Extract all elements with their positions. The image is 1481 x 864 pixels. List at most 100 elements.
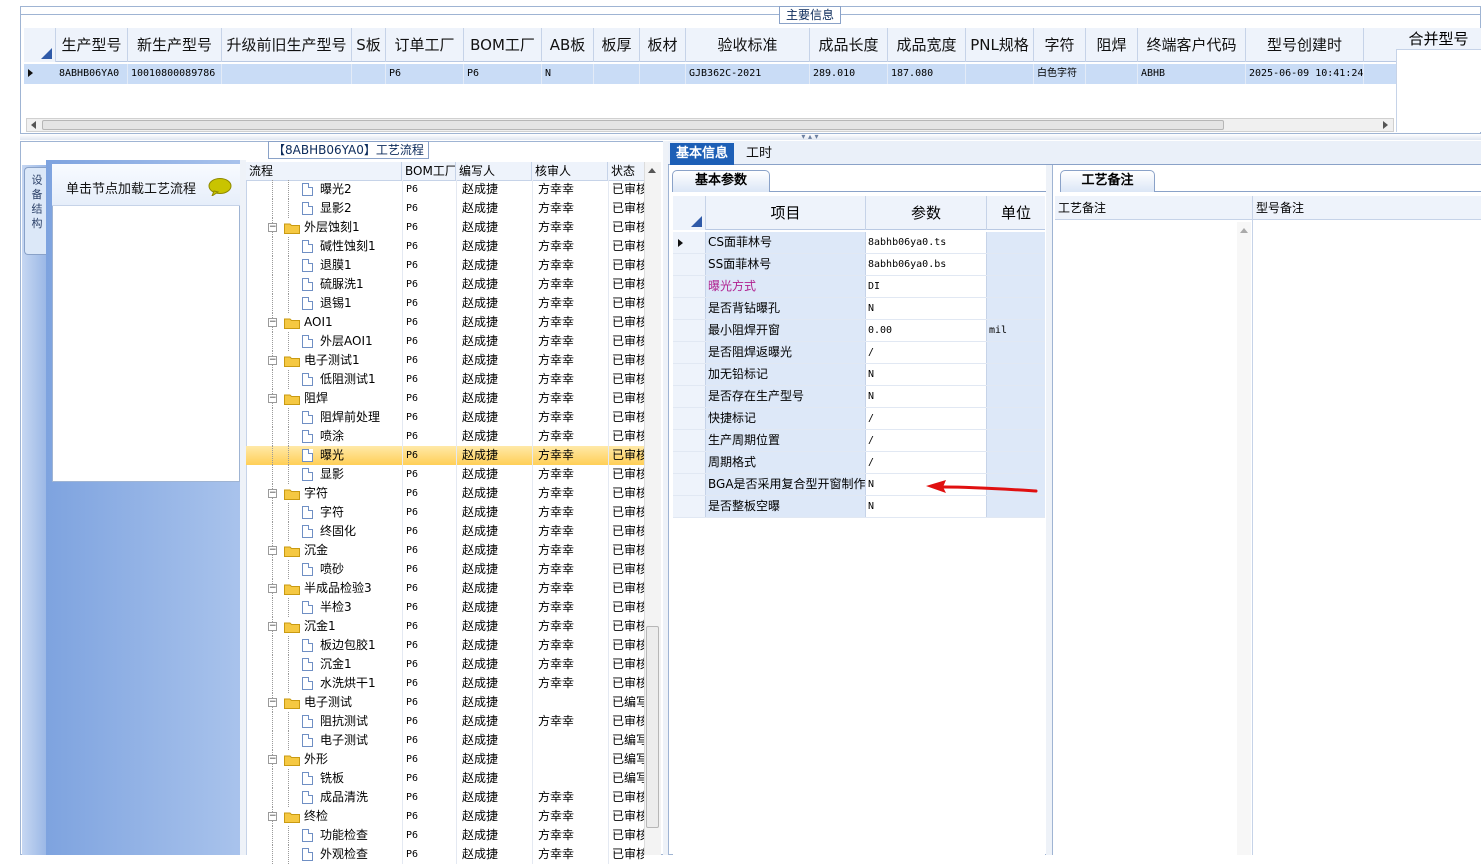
tree-row-selected[interactable]: 曝光 P6 赵成捷 方幸幸 已审核 [246, 446, 644, 465]
param-value[interactable]: N [866, 364, 987, 385]
row-header[interactable] [673, 452, 706, 473]
collapse-icon[interactable]: − [268, 489, 277, 498]
param-value[interactable]: 8abhb06ya0.bs [866, 254, 987, 275]
scroll-left-icon[interactable] [31, 121, 36, 129]
tab-basic-params[interactable]: 基本参数 [672, 170, 770, 192]
param-value[interactable]: N [866, 298, 987, 319]
param-value[interactable]: 8abhb06ya0.ts [866, 232, 987, 253]
col-flow[interactable]: 流程 [246, 162, 402, 181]
row-header[interactable] [673, 364, 706, 385]
cell[interactable] [1086, 64, 1138, 84]
grid-corner[interactable] [673, 196, 706, 230]
param-row[interactable]: 是否存在生产型号 N [673, 386, 1045, 408]
param-row[interactable]: 周期格式 / [673, 452, 1045, 474]
col-writer[interactable]: 编写人 [456, 162, 532, 181]
tree-row[interactable]: 曝光2 P6 赵成捷 方幸幸 已审核 [246, 180, 644, 199]
collapse-icon[interactable]: − [268, 394, 277, 403]
tree-row[interactable]: − 电子测试 P6 赵成捷 已编写 [246, 693, 644, 712]
param-value[interactable]: / [866, 430, 987, 451]
merge-model-header[interactable]: 合并型号 [1396, 28, 1481, 50]
speech-bubble-icon[interactable] [208, 178, 232, 196]
tree-row[interactable]: − AOI1 P6 赵成捷 方幸幸 已审核 [246, 313, 644, 332]
tree-row[interactable]: 成品清洗 P6 赵成捷 方幸幸 已审核 [246, 788, 644, 807]
col-header[interactable]: 升级前旧生产型号 [222, 28, 352, 62]
param-value[interactable]: / [866, 408, 987, 429]
param-row[interactable]: 是否背钻曝孔 N [673, 298, 1045, 320]
param-value[interactable]: N [866, 386, 987, 407]
tree-row[interactable]: − 阻焊 P6 赵成捷 方幸幸 已审核 [246, 389, 644, 408]
tab-work-hours[interactable]: 工时 [740, 143, 778, 165]
model-remark-textarea[interactable] [1254, 221, 1481, 855]
col-header[interactable]: 新生产型号 [128, 28, 222, 62]
collapse-icon[interactable]: − [268, 318, 277, 327]
horizontal-splitter[interactable] [20, 134, 1481, 140]
col-item[interactable]: 项目 [706, 196, 866, 230]
row-header[interactable] [673, 386, 706, 407]
remark-scrollbar[interactable] [1237, 222, 1251, 855]
tree-row[interactable]: − 字符 P6 赵成捷 方幸幸 已审核 [246, 484, 644, 503]
collapse-icon[interactable]: − [268, 546, 277, 555]
tree-row[interactable]: 终固化 P6 赵成捷 方幸幸 已审核 [246, 522, 644, 541]
process-remark-textarea[interactable] [1055, 221, 1235, 855]
row-header[interactable] [673, 430, 706, 451]
col-header[interactable]: 生产型号 [56, 28, 128, 62]
main-grid-row[interactable]: 8ABHB06YA0 10010800089786 P6 P6 N GJB362C-202… [24, 64, 1396, 84]
tree-row[interactable]: 外层AOI1 P6 赵成捷 方幸幸 已审核 [246, 332, 644, 351]
row-header[interactable] [673, 298, 706, 319]
col-header[interactable]: S板 [352, 28, 386, 62]
col-unit[interactable]: 单位 [987, 196, 1045, 230]
col-header[interactable]: 成品长度 [810, 28, 888, 62]
tree-row[interactable]: 阻焊前处理 P6 赵成捷 方幸幸 已审核 [246, 408, 644, 427]
cell[interactable] [966, 64, 1034, 84]
tree-row[interactable]: 退锡1 P6 赵成捷 方幸幸 已审核 [246, 294, 644, 313]
tree-row[interactable]: 电子测试 P6 赵成捷 已编写 [246, 731, 644, 750]
cell[interactable]: 289.010 [810, 64, 888, 84]
param-row[interactable]: 是否整板空曝 N [673, 496, 1045, 518]
col-header[interactable]: AB板 [542, 28, 594, 62]
tree-row[interactable]: 板边包胶1 P6 赵成捷 方幸幸 已审核 [246, 636, 644, 655]
row-header[interactable] [673, 320, 706, 341]
col-param[interactable]: 参数 [866, 196, 987, 230]
tree-row[interactable]: 硫脲洗1 P6 赵成捷 方幸幸 已审核 [246, 275, 644, 294]
load-flow-hint[interactable]: 单击节点加载工艺流程 [66, 178, 196, 197]
scroll-up-icon[interactable] [1240, 228, 1248, 233]
param-value[interactable]: / [866, 452, 987, 473]
row-header[interactable] [673, 408, 706, 429]
scroll-up-icon[interactable] [648, 168, 656, 173]
tree-row[interactable]: − 沉金1 P6 赵成捷 方幸幸 已审核 [246, 617, 644, 636]
tree-row[interactable]: − 外层蚀刻1 P6 赵成捷 方幸幸 已审核 [246, 218, 644, 237]
cell[interactable]: 2025-06-09 10:41:24 [1246, 64, 1364, 84]
param-row[interactable]: 快捷标记 / [673, 408, 1045, 430]
row-header[interactable] [673, 276, 706, 297]
tree-row[interactable]: 喷涂 P6 赵成捷 方幸幸 已审核 [246, 427, 644, 446]
tree-row[interactable]: − 外形 P6 赵成捷 已编写 [246, 750, 644, 769]
tree-row[interactable]: 退膜1 P6 赵成捷 方幸幸 已审核 [246, 256, 644, 275]
tree-row[interactable]: 碱性蚀刻1 P6 赵成捷 方幸幸 已审核 [246, 237, 644, 256]
col-header[interactable]: 成品宽度 [888, 28, 966, 62]
cell[interactable]: 187.080 [888, 64, 966, 84]
collapse-icon[interactable]: − [268, 223, 277, 232]
collapse-icon[interactable]: − [268, 812, 277, 821]
collapse-icon[interactable]: − [268, 698, 277, 707]
scroll-right-icon[interactable] [1383, 121, 1388, 129]
tree-row[interactable]: 喷砂 P6 赵成捷 方幸幸 已审核 [246, 560, 644, 579]
tab-basic-info[interactable]: 基本信息 [670, 143, 735, 165]
row-header[interactable] [673, 342, 706, 363]
col-header[interactable]: 验收标准 [686, 28, 810, 62]
cell[interactable]: N [542, 64, 594, 84]
row-header[interactable] [673, 254, 706, 275]
cell[interactable]: 8ABHB06YA0 [56, 64, 128, 84]
param-row[interactable]: 曝光方式 DI [673, 276, 1045, 298]
param-row[interactable]: 是否阻焊返曝光 / [673, 342, 1045, 364]
col-header[interactable]: 板材 [640, 28, 686, 62]
tree-row[interactable]: 铣板 P6 赵成捷 已编写 [246, 769, 644, 788]
col-header[interactable]: 板厚 [594, 28, 640, 62]
tree-row[interactable]: − 电子测试1 P6 赵成捷 方幸幸 已审核 [246, 351, 644, 370]
cell[interactable]: P6 [464, 64, 542, 84]
row-header[interactable] [673, 474, 706, 495]
param-value[interactable]: / [866, 342, 987, 363]
tree-row[interactable]: 显影 P6 赵成捷 方幸幸 已审核 [246, 465, 644, 484]
param-row[interactable]: 最小阻焊开窗 0.00 mil [673, 320, 1045, 342]
scrollbar-thumb[interactable] [42, 120, 1224, 130]
param-row[interactable]: SS面菲林号 8abhb06ya0.bs [673, 254, 1045, 276]
